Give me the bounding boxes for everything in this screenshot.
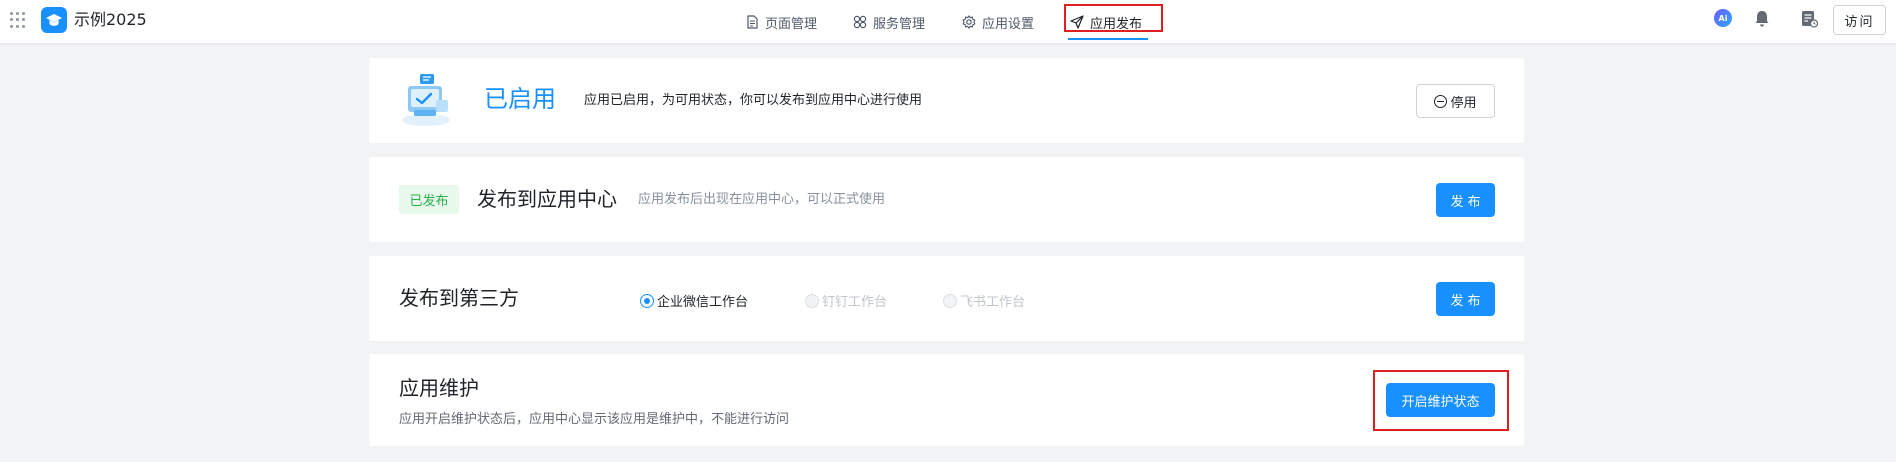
- enabled-status-title: 已启用: [484, 85, 556, 113]
- publish-app-center-card: 已发布 发布到应用中心 应用发布后出现在应用中心，可以正式使用 发布: [369, 157, 1524, 242]
- publish-third-party-card: 发布到第三方 企业微信工作台 钉钉工作台 飞书工作台 发布: [369, 256, 1524, 341]
- app-maintenance-card: 应用维护 应用开启维护状态后，应用中心显示该应用是维护中，不能进行访问 开启维护…: [369, 354, 1524, 446]
- radio-feishu-workbench[interactable]: 飞书工作台: [943, 291, 1025, 310]
- disable-button[interactable]: 停用: [1416, 84, 1495, 118]
- radio-label: 企业微信工作台: [657, 295, 749, 310]
- disable-button-label: 停用: [1450, 95, 1477, 111]
- radio-label: 飞书工作台: [960, 295, 1026, 310]
- tab-label: 服务管理: [873, 16, 926, 32]
- enable-maintenance-button[interactable]: 开启维护状态: [1386, 383, 1495, 417]
- tab-app-settings[interactable]: 应用设置: [962, 0, 1034, 44]
- top-bar: 示例2025 页面管理 服务管理 应用设置 应用发布 Ai 访问: [0, 0, 1896, 44]
- active-tab-indicator: [1068, 38, 1148, 40]
- app-illustration-icon: [396, 70, 456, 130]
- radio-dingtalk-workbench[interactable]: 钉钉工作台: [805, 291, 887, 310]
- document-icon: [747, 15, 758, 29]
- app-status-card: 已启用 应用已启用，为可用状态，你可以发布到应用中心进行使用 停用: [369, 58, 1524, 143]
- tab-label: 应用设置: [982, 16, 1035, 32]
- gear-icon: [962, 15, 976, 29]
- tab-highlight-box: [1064, 4, 1163, 32]
- publish-app-center-button[interactable]: 发布: [1436, 183, 1495, 217]
- minus-circle-icon: [1434, 94, 1448, 108]
- app-title: 示例2025: [74, 10, 147, 29]
- publish-app-center-description: 应用发布后出现在应用中心，可以正式使用: [638, 192, 886, 207]
- maintenance-description: 应用开启维护状态后，应用中心显示该应用是维护中，不能进行访问: [399, 412, 790, 427]
- publish-third-party-title: 发布到第三方: [399, 286, 519, 310]
- radio-dot: [640, 293, 654, 308]
- tab-label: 页面管理: [765, 16, 818, 32]
- radio-dot: [943, 293, 957, 308]
- publish-app-center-title: 发布到应用中心: [477, 187, 617, 211]
- enabled-status-description: 应用已启用，为可用状态，你可以发布到应用中心进行使用: [584, 93, 923, 108]
- radio-label: 钉钉工作台: [822, 295, 888, 310]
- bell-icon[interactable]: [1754, 10, 1770, 32]
- tab-service-management[interactable]: 服务管理: [853, 0, 925, 44]
- published-badge: 已发布: [399, 185, 459, 214]
- radio-wecom-workbench[interactable]: 企业微信工作台: [640, 291, 748, 310]
- tab-page-management[interactable]: 页面管理: [746, 0, 817, 44]
- publish-third-party-button[interactable]: 发布: [1436, 282, 1495, 316]
- services-icon: [853, 15, 867, 29]
- visit-button[interactable]: 访问: [1833, 5, 1886, 35]
- maintenance-title: 应用维护: [399, 376, 479, 400]
- report-icon[interactable]: [1801, 10, 1819, 32]
- graduation-cap-icon: [41, 7, 67, 33]
- ai-assistant-icon[interactable]: Ai: [1714, 9, 1732, 27]
- radio-dot: [805, 293, 819, 308]
- ai-label: Ai: [1718, 13, 1728, 23]
- app-grid-icon[interactable]: [10, 12, 26, 28]
